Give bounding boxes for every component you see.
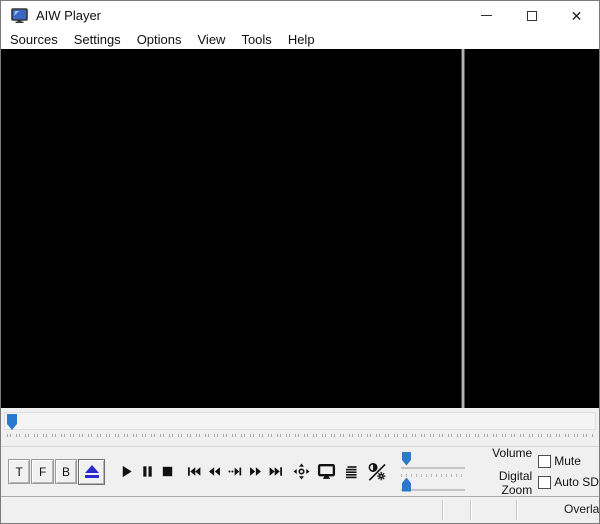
menu-options[interactable]: Options — [129, 31, 190, 48]
play-button[interactable] — [116, 459, 136, 485]
slider-cluster — [400, 451, 466, 493]
close-button[interactable]: ✕ — [554, 1, 599, 30]
step-forward-button[interactable] — [225, 459, 245, 485]
digital-zoom-ticks — [401, 474, 465, 477]
seek-slider-thumb[interactable] — [7, 414, 17, 430]
status-separator — [516, 500, 517, 520]
window-controls: ✕ — [464, 1, 599, 30]
volume-label: Volume — [468, 446, 532, 460]
volume-slider[interactable] — [400, 451, 466, 470]
status-bar: Overlay — [1, 496, 599, 523]
fast-forward-button[interactable] — [245, 459, 265, 485]
stop-icon — [160, 464, 175, 479]
digital-zoom-slider-thumb[interactable] — [402, 478, 411, 492]
pause-icon — [140, 464, 155, 479]
mute-checkbox[interactable] — [538, 455, 551, 468]
playlist-icon — [343, 464, 359, 480]
window-title: AIW Player — [36, 8, 101, 23]
menu-sources[interactable]: Sources — [2, 31, 66, 48]
menu-help[interactable]: Help — [280, 31, 323, 48]
status-overlay-text: Overlay — [564, 502, 599, 516]
menu-view[interactable]: View — [190, 31, 234, 48]
status-separator — [470, 500, 471, 520]
fast-forward-icon — [248, 464, 263, 479]
video-adjust-button[interactable] — [367, 459, 388, 485]
title-bar: AIW Player ✕ — [1, 1, 599, 30]
f-button[interactable]: F — [31, 459, 53, 484]
pause-button[interactable] — [137, 459, 157, 485]
t-button-label: T — [16, 465, 23, 479]
b-button[interactable]: B — [55, 459, 77, 484]
skip-start-button[interactable] — [184, 459, 204, 485]
menu-tools[interactable]: Tools — [233, 31, 279, 48]
rewind-button[interactable] — [204, 459, 224, 485]
mute-checkbox-row[interactable]: Mute — [538, 454, 599, 468]
t-button[interactable]: T — [8, 459, 30, 484]
volume-slider-thumb[interactable] — [402, 452, 411, 466]
seek-slider[interactable] — [4, 412, 596, 430]
pan-icon — [293, 463, 310, 480]
rewind-icon — [207, 464, 222, 479]
pan-button[interactable] — [292, 459, 312, 485]
status-separator — [442, 500, 443, 520]
step-forward-icon — [227, 464, 243, 479]
eject-button[interactable] — [78, 459, 105, 485]
minimize-button[interactable] — [464, 1, 509, 30]
b-button-label: B — [62, 465, 70, 479]
video-adjust-icon — [367, 461, 388, 483]
minimize-icon — [481, 15, 492, 17]
mute-label: Mute — [554, 454, 581, 468]
play-icon — [119, 464, 134, 479]
seek-tick-marks — [7, 434, 593, 438]
f-button-label: F — [39, 465, 46, 479]
slider-labels: Volume Digital Zoom — [468, 446, 532, 497]
video-splitter[interactable] — [461, 49, 465, 408]
app-logo-icon — [11, 8, 28, 24]
video-display-area[interactable] — [1, 49, 599, 408]
maximize-icon — [527, 11, 537, 21]
close-icon: ✕ — [571, 9, 583, 23]
menu-settings[interactable]: Settings — [66, 31, 129, 48]
digital-zoom-label: Digital Zoom — [468, 469, 532, 497]
seek-bar-area — [1, 408, 599, 446]
monitor-button[interactable] — [316, 459, 336, 485]
eject-icon — [85, 465, 99, 473]
control-bar: T F B — [1, 446, 599, 496]
monitor-icon — [317, 463, 336, 480]
skip-start-icon — [186, 464, 202, 479]
digital-zoom-slider[interactable] — [400, 474, 466, 493]
skip-end-icon — [268, 464, 284, 479]
checkbox-cluster: Mute Auto SD — [538, 454, 599, 489]
auto-sd-checkbox[interactable] — [538, 476, 551, 489]
auto-sd-checkbox-row[interactable]: Auto SD — [538, 475, 599, 489]
maximize-button[interactable] — [509, 1, 554, 30]
skip-end-button[interactable] — [265, 459, 285, 485]
stop-button[interactable] — [157, 459, 177, 485]
auto-sd-label: Auto SD — [554, 475, 599, 489]
app-window: AIW Player ✕ Sources Settings Options Vi… — [0, 0, 600, 524]
playlist-button[interactable] — [341, 459, 361, 485]
menu-bar: Sources Settings Options View Tools Help — [1, 30, 599, 49]
